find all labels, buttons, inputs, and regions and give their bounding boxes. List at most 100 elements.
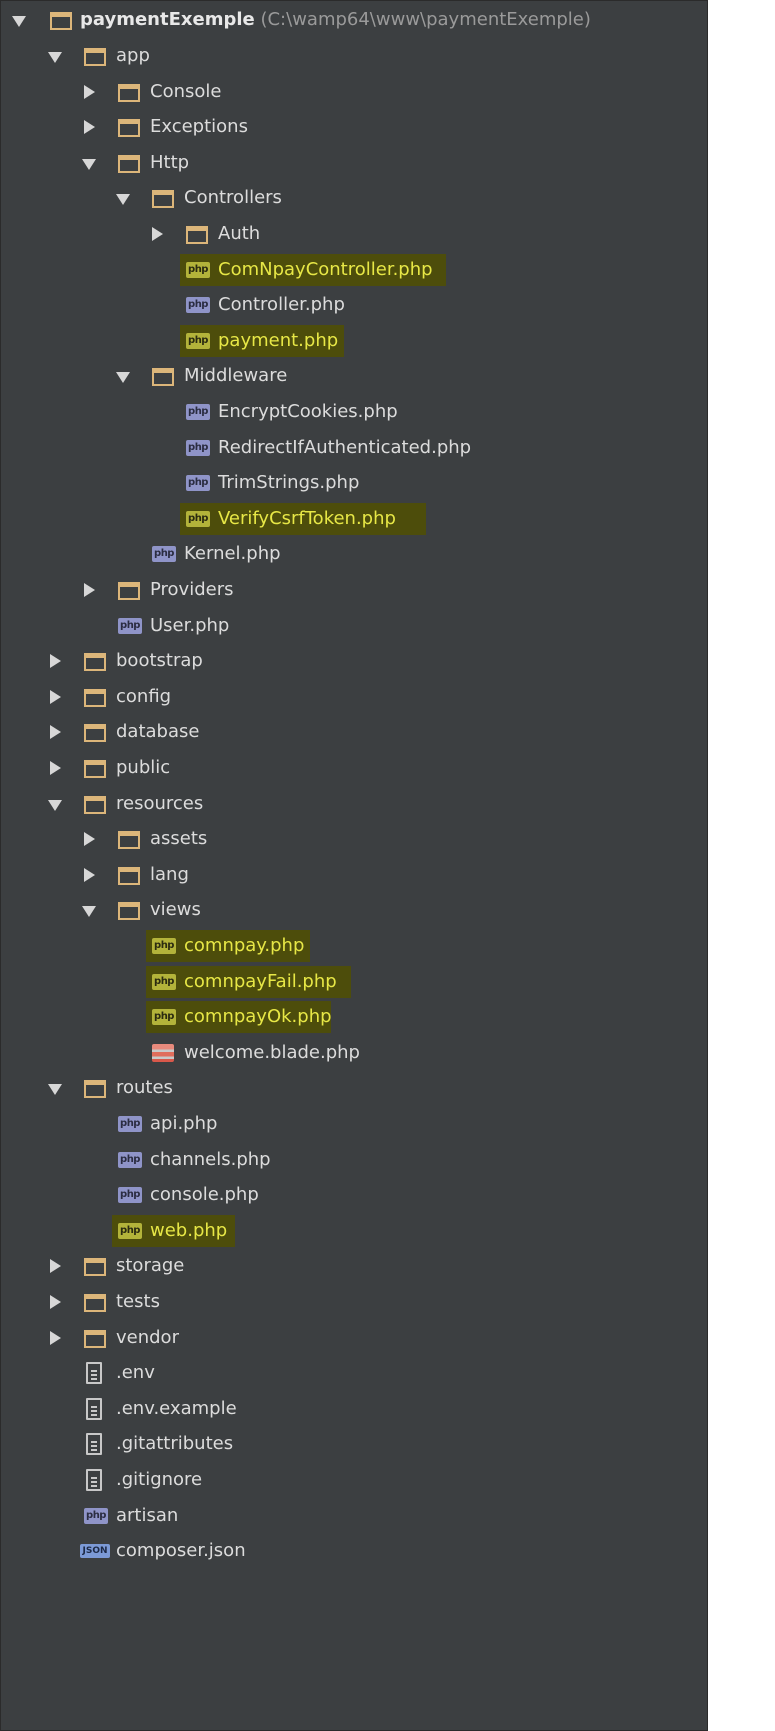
tree-file-row[interactable]: php comnpay.php [0,928,708,964]
tree-folder-row[interactable]: Providers [0,572,708,608]
json-file-icon: JSON [80,1544,110,1559]
tree-item-label: public [116,757,171,778]
folder-icon [84,1294,106,1312]
text-file-icon [86,1362,102,1385]
expand-arrow-icon[interactable] [82,906,96,918]
tree-folder-row[interactable]: assets [0,821,708,857]
tree-folder-row[interactable]: public [0,750,708,786]
tree-file-row[interactable]: php api.php [0,1106,708,1142]
tree-file-row[interactable]: .gitattributes [0,1426,708,1462]
tree-item-label: comnpayFail.php [184,970,337,992]
collapse-arrow-icon[interactable] [84,867,95,882]
tree-file-row[interactable]: php VerifyCsrfToken.php [0,501,708,537]
folder-icon [84,653,106,672]
tree-file-row[interactable]: php Controller.php [0,287,708,323]
collapse-arrow-icon[interactable] [84,583,95,597]
tree-item-label: config [116,685,172,707]
tree-file-row[interactable]: .env [0,1355,708,1391]
tree-folder-row[interactable]: lang [0,857,708,893]
expand-arrow-icon[interactable] [116,194,130,206]
tree-folder-row[interactable]: app [0,38,708,74]
tree-folder-row[interactable]: views [0,892,708,928]
tree-item-label: Http [150,151,190,173]
expand-arrow-icon[interactable] [12,16,26,27]
tree-folder-row[interactable]: resources [0,786,708,822]
collapse-arrow-icon[interactable] [152,227,163,241]
expand-arrow-icon[interactable] [48,1084,62,1096]
expand-arrow-icon[interactable] [82,158,96,170]
tree-file-row[interactable]: php EncryptCookies.php [0,394,708,430]
tree-folder-row[interactable]: database [0,714,708,750]
tree-folder-row[interactable]: Console [0,74,708,110]
tree-root[interactable]: paymentExemple (C:\wamp64\www\paymentExe… [0,2,708,38]
php-file-icon: php [118,1116,142,1132]
tree-item-label: resources [116,792,204,814]
tree-folder-row[interactable]: Exceptions [0,109,708,145]
tree-file-row[interactable]: php User.php [0,608,708,644]
tree-file-row[interactable]: php channels.php [0,1142,708,1178]
tree-folder-row[interactable]: Auth [0,216,708,252]
folder-icon [50,12,72,30]
php-file-icon: php [186,332,210,349]
tree-item-label: TrimStrings.php [218,472,360,494]
tree-item-label: Controller.php [218,294,345,316]
tree-item-label: Exceptions [150,116,248,138]
expand-arrow-icon[interactable] [48,52,62,63]
folder-icon [152,368,174,387]
tree-item-label: storage [116,1255,185,1277]
php-file-icon: php [186,510,210,527]
tree-folder-row[interactable]: bootstrap [0,643,708,679]
expand-arrow-icon[interactable] [48,799,62,811]
php-file-icon: php [186,475,210,492]
tree-folder-row[interactable]: tests [0,1284,708,1320]
tree-file-row[interactable]: php artisan [0,1498,708,1534]
collapse-arrow-icon[interactable] [50,725,61,740]
tree-item-label: views [150,899,201,921]
collapse-arrow-icon[interactable] [50,761,61,775]
tree-folder-row[interactable]: Middleware [0,358,708,394]
php-file-icon: php [186,404,210,420]
php-file-icon: php [152,938,176,954]
text-file-icon [86,1469,102,1491]
tree-folder-row[interactable]: routes [0,1070,708,1106]
tree-file-row[interactable]: php web.php [0,1213,708,1249]
tree-file-row[interactable]: php comnpayOk.php [0,999,708,1035]
tree-folder-row[interactable]: config [0,679,708,715]
collapse-arrow-icon[interactable] [84,120,95,135]
tree-file-row[interactable]: php ComNpayController.php [0,252,708,288]
tree-item-label: routes [116,1077,173,1099]
collapse-arrow-icon[interactable] [50,1295,61,1309]
collapse-arrow-icon[interactable] [84,84,95,99]
collapse-arrow-icon[interactable] [50,689,61,704]
tree-file-row[interactable]: .env.example [0,1391,708,1427]
tree-file-row[interactable]: php payment.php [0,323,708,359]
expand-arrow-icon[interactable] [116,372,130,384]
tree-item-label: VerifyCsrfToken.php [218,507,396,529]
tree-folder-row[interactable]: Http [0,145,708,181]
tree-folder-row[interactable]: storage [0,1248,708,1284]
php-file-icon: php [152,973,176,990]
collapse-arrow-icon[interactable] [50,1259,61,1274]
collapse-arrow-icon[interactable] [50,654,61,669]
tree-file-row[interactable]: php TrimStrings.php [0,465,708,501]
tree-folder-row[interactable]: Controllers [0,180,708,216]
tree-file-row[interactable]: .gitignore [0,1462,708,1498]
tree-file-row[interactable]: welcome.blade.php [0,1035,708,1071]
tree-item-label: Middleware [184,365,288,387]
tree-item-label: web.php [150,1219,228,1241]
collapse-arrow-icon[interactable] [50,1330,61,1345]
tree-file-row[interactable]: php comnpayFail.php [0,964,708,1000]
collapse-arrow-icon[interactable] [84,832,95,847]
tree-item-label: comnpayOk.php [184,1006,332,1028]
php-file-icon: php [118,617,142,634]
tree-file-row[interactable]: php RedirectIfAuthenticated.php [0,430,708,466]
tree-file-row[interactable]: php Kernel.php [0,536,708,572]
tree-file-row[interactable]: php console.php [0,1177,708,1213]
tree-item-label: welcome.blade.php [184,1041,360,1063]
php-file-icon: php [186,439,210,456]
tree-folder-row[interactable]: vendor [0,1320,708,1356]
text-file-icon [86,1433,102,1456]
php-file-icon: php [118,1222,142,1239]
tree-file-row[interactable]: JSON composer.json [0,1533,708,1569]
tree-item-label: Auth [218,223,261,244]
